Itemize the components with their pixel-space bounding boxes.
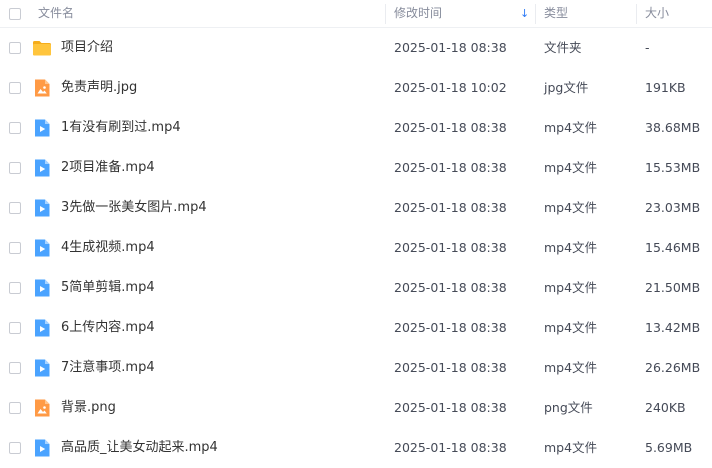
- file-size: 21.50MB: [645, 280, 701, 295]
- file-size: 38.68MB: [645, 120, 701, 135]
- video-icon: [35, 439, 50, 457]
- modified-time: 2025-01-18 08:38: [394, 320, 507, 335]
- file-type: mp4文件: [544, 320, 598, 335]
- file-type: png文件: [544, 400, 593, 415]
- file-size: 240KB: [645, 400, 686, 415]
- file-type: mp4文件: [544, 280, 598, 295]
- file-name[interactable]: 7注意事项.mp4: [61, 348, 155, 388]
- file-name[interactable]: 背景.png: [61, 388, 116, 428]
- modified-time: 2025-01-18 08:38: [394, 40, 507, 55]
- file-row[interactable]: 7注意事项.mp4 2025-01-18 08:38 mp4文件 26.26MB: [0, 348, 712, 388]
- file-type: mp4文件: [544, 440, 598, 455]
- file-size: 15.46MB: [645, 240, 701, 255]
- file-size: 15.53MB: [645, 160, 701, 175]
- video-icon: [35, 359, 50, 377]
- image-icon: [35, 79, 50, 97]
- file-row[interactable]: 2项目准备.mp4 2025-01-18 08:38 mp4文件 15.53MB: [0, 148, 712, 188]
- modified-time: 2025-01-18 08:38: [394, 200, 507, 215]
- file-list: 项目介绍 2025-01-18 08:38 文件夹 - 免责声明.jpg 2025-01-…: [0, 28, 712, 468]
- file-row[interactable]: 背景.png 2025-01-18 08:38 png文件 240KB: [0, 388, 712, 428]
- file-list-header: 文件名 修改时间 ↓ 类型 大小: [0, 0, 712, 28]
- file-name[interactable]: 免责声明.jpg: [61, 68, 137, 108]
- folder-icon: [33, 41, 51, 56]
- file-size: -: [645, 40, 650, 55]
- column-divider: [636, 4, 637, 24]
- row-checkbox[interactable]: [9, 322, 21, 334]
- video-icon: [35, 239, 50, 257]
- file-row[interactable]: 高品质_让美女动起来.mp4 2025-01-18 08:38 mp4文件 5.69M…: [0, 428, 712, 468]
- file-name[interactable]: 4生成视频.mp4: [61, 228, 155, 268]
- video-icon: [35, 279, 50, 297]
- file-size: 13.42MB: [645, 320, 701, 335]
- file-type: mp4文件: [544, 200, 598, 215]
- file-row[interactable]: 3先做一张美女图片.mp4 2025-01-18 08:38 mp4文件 23.03M…: [0, 188, 712, 228]
- sort-descending-icon[interactable]: ↓: [520, 0, 529, 27]
- file-name[interactable]: 6上传内容.mp4: [61, 308, 155, 348]
- modified-time: 2025-01-18 08:38: [394, 280, 507, 295]
- file-type: mp4文件: [544, 360, 598, 375]
- column-divider: [535, 4, 536, 24]
- video-icon: [35, 319, 50, 337]
- file-size: 5.69MB: [645, 440, 693, 455]
- row-checkbox[interactable]: [9, 122, 21, 134]
- file-row[interactable]: 项目介绍 2025-01-18 08:38 文件夹 -: [0, 28, 712, 68]
- file-size: 26.26MB: [645, 360, 701, 375]
- column-divider: [385, 4, 386, 24]
- modified-time: 2025-01-18 10:02: [394, 80, 507, 95]
- file-type: mp4文件: [544, 160, 598, 175]
- row-checkbox[interactable]: [9, 442, 21, 454]
- row-checkbox[interactable]: [9, 282, 21, 294]
- column-header-size[interactable]: 大小: [645, 0, 669, 27]
- column-header-name[interactable]: 文件名: [38, 0, 74, 27]
- file-name[interactable]: 3先做一张美女图片.mp4: [61, 188, 207, 228]
- file-row[interactable]: 5简单剪辑.mp4 2025-01-18 08:38 mp4文件 21.50MB: [0, 268, 712, 308]
- video-icon: [35, 199, 50, 217]
- image-icon: [35, 399, 50, 417]
- modified-time: 2025-01-18 08:38: [394, 440, 507, 455]
- row-checkbox[interactable]: [9, 202, 21, 214]
- file-row[interactable]: 4生成视频.mp4 2025-01-18 08:38 mp4文件 15.46MB: [0, 228, 712, 268]
- file-name[interactable]: 项目介绍: [61, 28, 113, 68]
- row-checkbox[interactable]: [9, 402, 21, 414]
- modified-time: 2025-01-18 08:38: [394, 240, 507, 255]
- row-checkbox[interactable]: [9, 42, 21, 54]
- modified-time: 2025-01-18 08:38: [394, 400, 507, 415]
- row-checkbox[interactable]: [9, 362, 21, 374]
- file-type: jpg文件: [544, 80, 589, 95]
- file-name[interactable]: 2项目准备.mp4: [61, 148, 155, 188]
- select-all-checkbox[interactable]: [9, 8, 21, 20]
- file-name[interactable]: 1有没有刷到过.mp4: [61, 108, 181, 148]
- modified-time: 2025-01-18 08:38: [394, 160, 507, 175]
- file-type: mp4文件: [544, 120, 598, 135]
- row-checkbox[interactable]: [9, 82, 21, 94]
- file-name[interactable]: 5简单剪辑.mp4: [61, 268, 155, 308]
- file-name[interactable]: 高品质_让美女动起来.mp4: [61, 428, 218, 468]
- file-row[interactable]: 1有没有刷到过.mp4 2025-01-18 08:38 mp4文件 38.68MB: [0, 108, 712, 148]
- modified-time: 2025-01-18 08:38: [394, 120, 507, 135]
- file-type: mp4文件: [544, 240, 598, 255]
- row-checkbox[interactable]: [9, 162, 21, 174]
- column-header-type[interactable]: 类型: [544, 0, 568, 27]
- column-header-modified[interactable]: 修改时间: [394, 0, 442, 27]
- file-row[interactable]: 6上传内容.mp4 2025-01-18 08:38 mp4文件 13.42MB: [0, 308, 712, 348]
- file-size: 191KB: [645, 80, 686, 95]
- file-row[interactable]: 免责声明.jpg 2025-01-18 10:02 jpg文件 191KB: [0, 68, 712, 108]
- file-type: 文件夹: [544, 40, 582, 55]
- modified-time: 2025-01-18 08:38: [394, 360, 507, 375]
- row-checkbox[interactable]: [9, 242, 21, 254]
- video-icon: [35, 119, 50, 137]
- video-icon: [35, 159, 50, 177]
- file-size: 23.03MB: [645, 200, 701, 215]
